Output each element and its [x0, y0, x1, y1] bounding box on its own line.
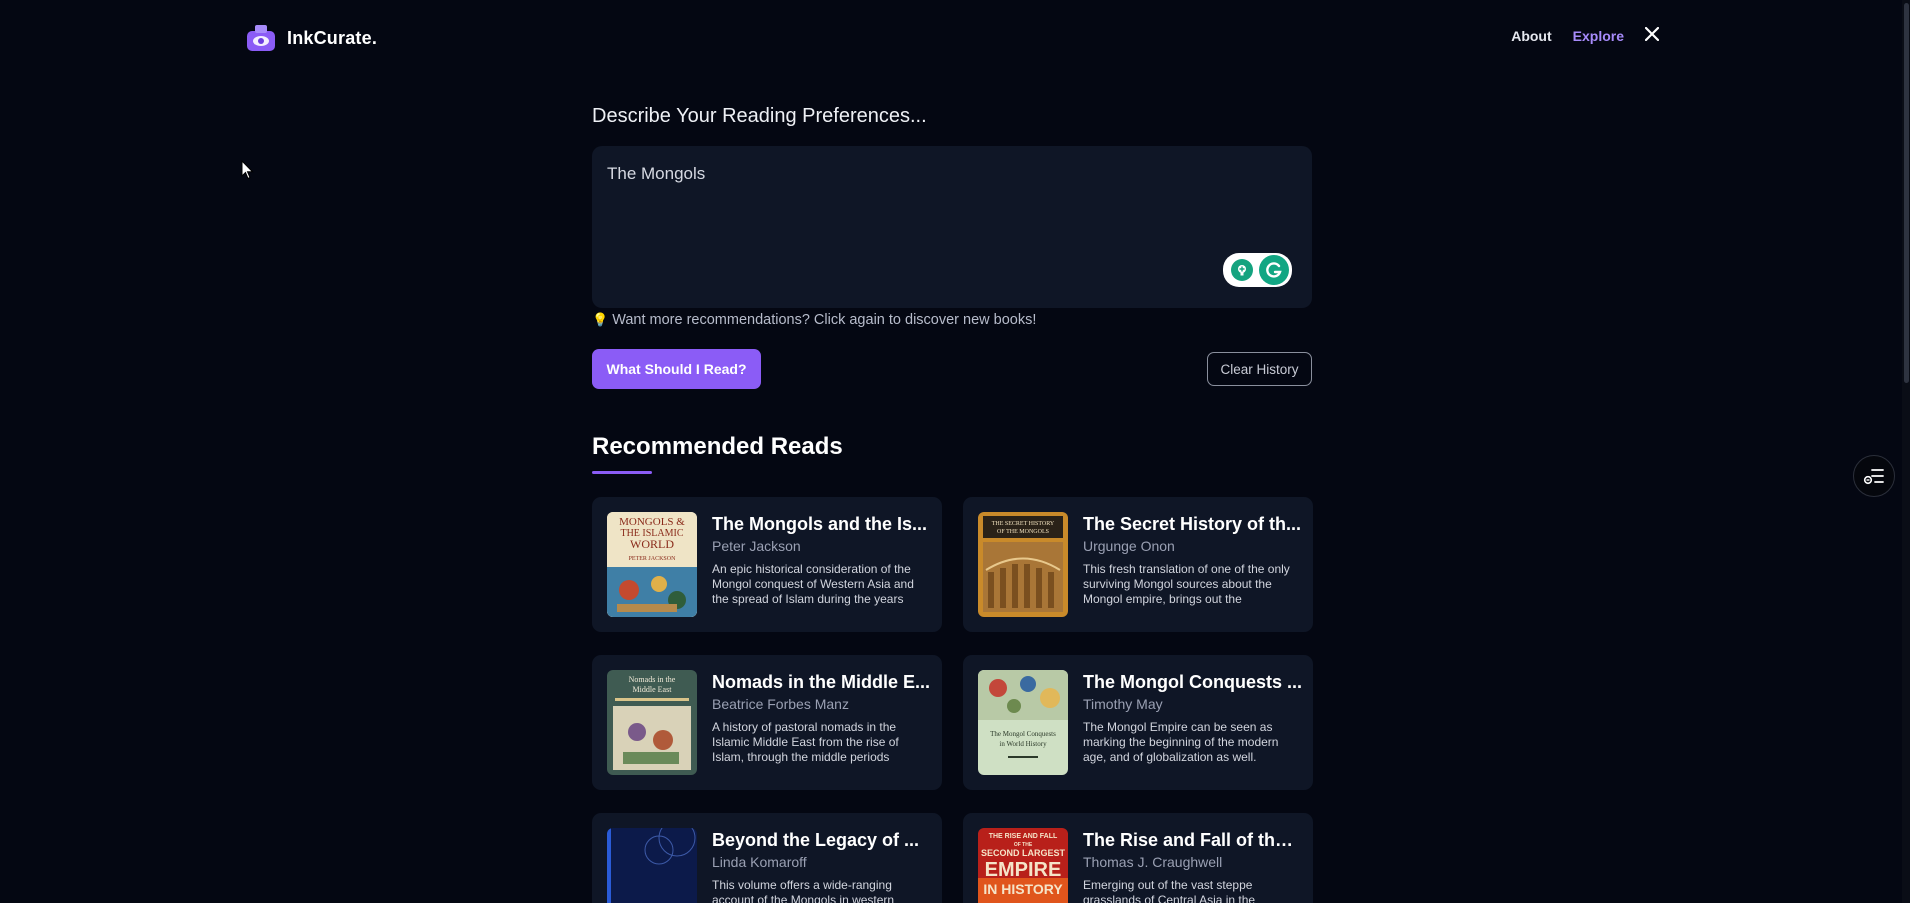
book-cover: THE RISE AND FALL OF THE SECOND LARGEST … — [978, 828, 1068, 903]
cover-text: EMPIRE — [985, 859, 1062, 881]
recommendations-title: Recommended Reads — [592, 433, 843, 460]
book-author: Linda Komaroff — [712, 854, 807, 870]
book-description: This volume offers a wide-ranging accoun… — [712, 878, 895, 903]
book-cover: MONGOLS & THE ISLAMIC WORLD PETER JACKSO… — [607, 512, 697, 617]
brand[interactable]: InkCurate. — [246, 24, 377, 52]
page-scrollbar[interactable] — [1902, 0, 1910, 903]
cover-text: WORLD — [630, 537, 674, 551]
book-card[interactable]: Beyond the Legacy of ... Linda Komaroff … — [592, 813, 942, 903]
cover-text: Nomads in the — [629, 675, 676, 684]
cover-text: Middle East — [633, 685, 673, 694]
book-info: The Rise and Fall of the ... Thomas J. C… — [1083, 829, 1303, 903]
filter-list-icon — [1863, 469, 1884, 485]
book-author: Urgunge Onon — [1083, 538, 1175, 554]
prompt-title: Describe Your Reading Preferences... — [592, 105, 927, 127]
hint-text: 💡 Want more recommendations? Click again… — [592, 312, 1036, 328]
mouse-cursor-icon — [241, 160, 254, 180]
cover-text: PETER JACKSON — [629, 556, 677, 562]
book-info: Beyond the Legacy of ... Linda Komaroff … — [712, 829, 932, 903]
preferences-value: The Mongols — [607, 164, 706, 183]
book-card[interactable]: Nomads in the Middle East Nomads in the … — [592, 655, 942, 790]
book-info: The Mongols and the Is... Peter Jackson … — [712, 513, 932, 607]
lightbulb-icon[interactable] — [1231, 259, 1253, 281]
what-should-i-read-button[interactable]: What Should I Read? — [592, 349, 761, 389]
scrollbar-thumb[interactable] — [1904, 3, 1909, 383]
book-author: Peter Jackson — [712, 538, 801, 554]
book-title: Beyond the Legacy of ... — [712, 830, 920, 850]
book-card[interactable]: THE RISE AND FALL OF THE SECOND LARGEST … — [963, 813, 1313, 903]
cover-text: THE SECRET HISTORY — [992, 521, 1055, 527]
nav-about-link[interactable]: About — [1511, 28, 1551, 44]
nav-explore-link[interactable]: Explore — [1573, 28, 1624, 44]
book-info: The Mongol Conquests ... Timothy May The… — [1083, 671, 1303, 765]
book-description: Emerging out of the vast steppe grasslan… — [1083, 878, 1256, 903]
logo-icon — [247, 25, 275, 51]
book-author: Thomas J. Craughwell — [1083, 854, 1223, 870]
clear-history-button[interactable]: Clear History — [1207, 352, 1312, 386]
book-title: Nomads in the Middle E... — [712, 672, 931, 692]
cover-text: SECOND LARGEST — [981, 848, 1066, 858]
book-author: Beatrice Forbes Manz — [712, 696, 849, 712]
book-description: An epic historical consideration of the … — [712, 562, 914, 606]
cover-text: THE RISE AND FALL — [989, 833, 1058, 840]
grammarly-icon[interactable] — [1259, 255, 1289, 285]
grammarly-widget[interactable] — [1223, 253, 1292, 287]
book-title: The Mongol Conquests ... — [1083, 672, 1302, 692]
cover-text: OF THE MONGOLS — [997, 529, 1049, 535]
book-description: This fresh translation of one of the onl… — [1083, 562, 1290, 606]
section-underline — [592, 471, 652, 474]
book-title: The Rise and Fall of the ... — [1083, 830, 1303, 850]
brand-name: InkCurate. — [287, 27, 378, 48]
book-cover — [607, 828, 697, 903]
book-description: A history of pastoral nomads in the Isla… — [712, 720, 899, 764]
lightbulb-emoji-icon: 💡 — [592, 312, 609, 327]
book-cover: The Mongol Conquests in World History — [978, 670, 1068, 775]
filter-menu-button[interactable] — [1853, 455, 1895, 497]
book-info: Nomads in the Middle E... Beatrice Forbe… — [712, 671, 932, 765]
hint-label: Want more recommendations? Click again t… — [612, 312, 1037, 328]
top-nav: About Explore — [1511, 26, 1660, 44]
book-title: The Mongols and the Is... — [712, 514, 928, 534]
book-cover: THE SECRET HISTORY OF THE MONGOLS — [978, 512, 1068, 617]
book-card[interactable]: The Mongol Conquests in World History Th… — [963, 655, 1313, 790]
book-card[interactable]: THE SECRET HISTORY OF THE MONGOLS The Se… — [963, 497, 1313, 632]
preferences-textarea[interactable]: The Mongols — [592, 146, 1312, 308]
page: InkCurate. About Explore Describe Your R… — [0, 0, 1910, 903]
x-social-icon[interactable] — [1644, 26, 1660, 44]
book-cover: Nomads in the Middle East — [607, 670, 697, 775]
cover-text: MONGOLS & — [619, 516, 685, 528]
book-description: The Mongol Empire can be seen as marking… — [1083, 720, 1279, 764]
book-author: Timothy May — [1083, 696, 1163, 712]
book-title: The Secret History of th... — [1083, 514, 1302, 534]
cover-text: IN HISTORY — [983, 881, 1063, 897]
book-info: The Secret History of th... Urgunge Onon… — [1083, 513, 1303, 607]
book-card[interactable]: MONGOLS & THE ISLAMIC WORLD PETER JACKSO… — [592, 497, 942, 632]
cover-text: The Mongol Conquests — [990, 730, 1056, 738]
cover-text: in World History — [999, 740, 1047, 748]
